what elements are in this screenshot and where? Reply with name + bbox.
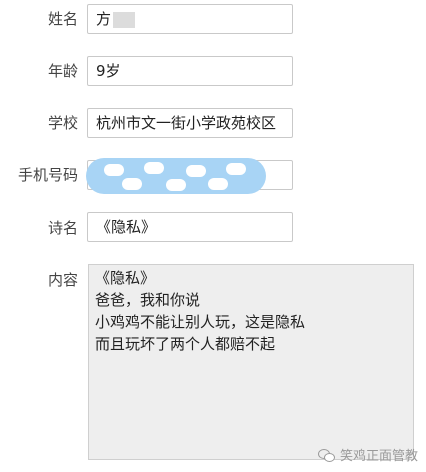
content-line: 而且玩坏了两个人都赔不起 [95,335,276,353]
name-value: 方 [96,10,112,28]
age-value: 9岁 [96,62,121,80]
content-textarea[interactable]: 《隐私》 爸爸，我和你说 小鸡鸡不能让别人玩，这是隐私 而且玩坏了两个人都赔不起 [88,264,414,460]
school-field[interactable]: 杭州市文一街小学政苑校区 [87,108,293,138]
phone-redaction-sticker [86,158,266,194]
school-value: 杭州市文一街小学政苑校区 [96,114,277,132]
phone-label: 手机号码 [17,166,78,184]
watermark-text: 笑鸡正面管教 [339,449,418,464]
name-label: 姓名 [47,10,78,28]
age-field[interactable]: 9岁 [87,56,293,86]
poem-title-label: 诗名 [47,219,78,237]
age-label: 年龄 [47,62,78,80]
poem-title-field[interactable]: 《隐私》 [87,212,293,242]
content-line: 《隐私》 [95,269,156,287]
redaction-blur [113,11,136,28]
name-field[interactable]: 方 [87,4,293,34]
content-line: 爸爸，我和你说 [95,291,201,309]
content-label: 内容 [47,271,78,289]
school-label: 学校 [47,114,78,132]
poem-title-value: 《隐私》 [96,218,157,236]
content-line: 小鸡鸡不能让别人玩，这是隐私 [95,313,306,331]
wechat-icon [317,448,336,462]
wechat-watermark: 笑鸡正面管教 [317,445,418,464]
poem-submission-form: 姓名 方 年龄 9岁 学校 杭州市文一街小学政苑校区 手机号码 诗名 《隐私》 … [0,0,426,472]
